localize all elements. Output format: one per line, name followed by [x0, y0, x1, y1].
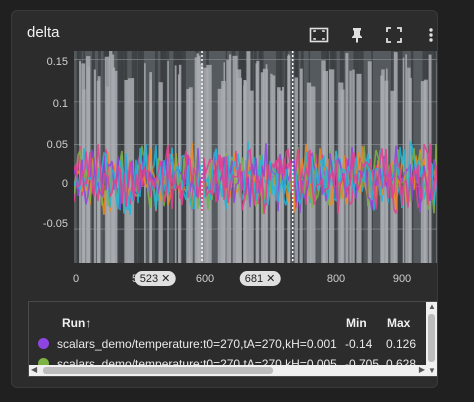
column-header-max[interactable]: Max	[387, 316, 410, 330]
step-marker-chip[interactable]: 523 ✕	[134, 271, 176, 286]
series-spike	[405, 54, 408, 263]
y-tick-label: 0	[61, 178, 68, 190]
table-row[interactable]: scalars_demo/temperature:t0=270,tA=270,k…	[29, 334, 437, 354]
column-header-min[interactable]: Min	[346, 316, 367, 330]
y-tick-label: -0.05	[42, 218, 68, 230]
scroll-left-icon[interactable]: ◀	[31, 366, 37, 374]
step-marker-chip[interactable]: 681 ✕	[239, 271, 281, 286]
chart-svg	[74, 51, 437, 263]
run-header-label: Run	[62, 316, 86, 330]
sort-arrow-icon: ↑	[85, 316, 92, 330]
column-header-run[interactable]: Run↑	[62, 316, 91, 330]
close-icon[interactable]: ✕	[161, 272, 170, 285]
scrollbar-thumb[interactable]	[428, 314, 435, 362]
scroll-up-icon[interactable]: ▲	[428, 303, 436, 311]
x-tick-label: 0	[72, 273, 80, 285]
scalar-card: delta 0.15 0.1 0.05 0 -0.05 0 5 600 700 …	[11, 10, 438, 388]
scroll-down-icon[interactable]: ▼	[428, 367, 436, 375]
vertical-scrollbar[interactable]: ▲ ▼	[426, 302, 437, 376]
pin-icon[interactable]	[346, 25, 368, 45]
x-tick-label: 900	[392, 273, 412, 285]
step-marker-value: 681	[244, 272, 264, 285]
background-band	[137, 51, 139, 263]
card-title: delta	[27, 24, 60, 41]
horizontal-scrollbar[interactable]: ◀ ▶	[29, 365, 427, 376]
y-tick-label: 0.15	[46, 56, 68, 68]
x-tick-label: 600	[195, 273, 215, 285]
min-value: -0.14	[345, 337, 373, 351]
fit-domain-icon[interactable]	[308, 25, 330, 45]
data-table: Run↑ Min Max S V scalars_demo/temperatur…	[28, 301, 437, 377]
run-color-swatch	[38, 338, 49, 349]
close-icon[interactable]: ✕	[266, 272, 275, 285]
y-tick-label: 0.1	[52, 98, 68, 110]
y-tick-label: 0.05	[46, 139, 68, 151]
fullscreen-icon[interactable]	[383, 25, 405, 45]
step-marker-value: 523	[139, 272, 159, 285]
series-spike	[228, 54, 232, 263]
background-band	[135, 51, 137, 263]
max-value: 0.126	[386, 337, 417, 351]
run-name: scalars_demo/temperature:t0=270,tA=270,k…	[57, 337, 337, 351]
line-chart-plot[interactable]	[74, 51, 437, 263]
scrollbar-thumb[interactable]	[43, 367, 273, 374]
more-vert-icon[interactable]	[420, 25, 437, 45]
scroll-right-icon[interactable]: ▶	[419, 366, 425, 374]
x-tick-label: 800	[326, 273, 346, 285]
